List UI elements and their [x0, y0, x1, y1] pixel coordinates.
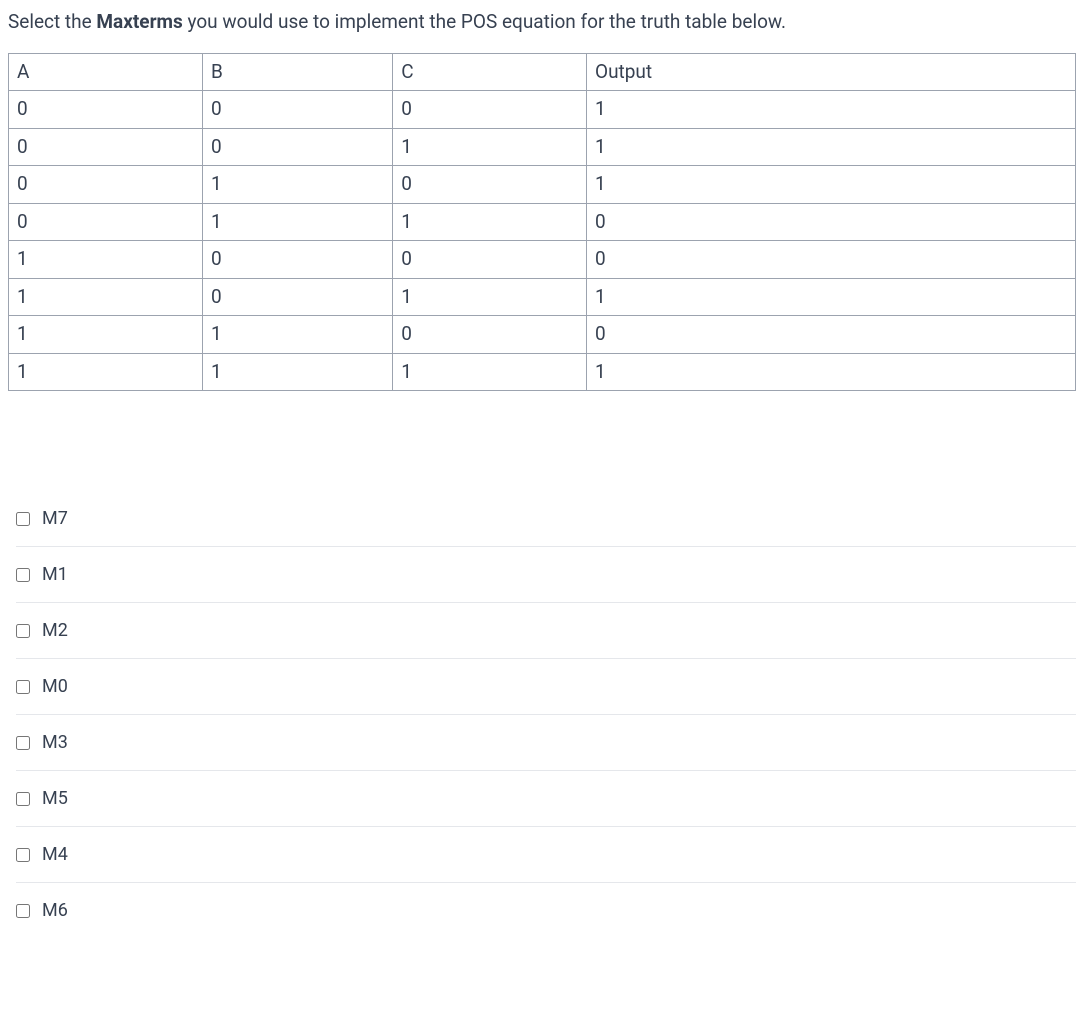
table-row: 1 0 1 1 [9, 278, 1076, 316]
question-prefix: Select the [8, 10, 96, 33]
cell: 1 [9, 278, 203, 316]
cell: 0 [587, 241, 1076, 279]
question-text: Select the Maxterms you would use to imp… [8, 8, 1076, 37]
cell: 1 [587, 166, 1076, 204]
checkbox-m6[interactable] [16, 904, 30, 918]
table-row: 1 0 0 0 [9, 241, 1076, 279]
option-m6[interactable]: M6 [16, 883, 1076, 938]
truth-table: A B C Output 0 0 0 1 0 0 1 1 0 1 0 1 0 1… [8, 53, 1076, 392]
options-list: M7 M1 M2 M0 M3 M5 M4 M6 [8, 491, 1076, 938]
cell: 0 [9, 128, 203, 166]
table-row: 0 1 0 1 [9, 166, 1076, 204]
option-label: M6 [42, 897, 68, 924]
cell: 0 [587, 316, 1076, 354]
cell: 1 [587, 91, 1076, 129]
cell: 0 [202, 241, 392, 279]
table-header-row: A B C Output [9, 53, 1076, 91]
cell: 1 [202, 316, 392, 354]
option-label: M0 [42, 673, 68, 700]
question-suffix: you would use to implement the POS equat… [183, 10, 786, 33]
option-label: M4 [42, 841, 68, 868]
option-m5[interactable]: M5 [16, 771, 1076, 827]
cell: 0 [202, 91, 392, 129]
option-label: M7 [42, 505, 68, 532]
checkbox-m5[interactable] [16, 792, 30, 806]
cell: 0 [202, 128, 392, 166]
table-row: 0 0 1 1 [9, 128, 1076, 166]
cell: 0 [393, 166, 587, 204]
cell: 0 [202, 278, 392, 316]
cell: 0 [587, 203, 1076, 241]
cell: 1 [393, 353, 587, 391]
checkbox-m4[interactable] [16, 848, 30, 862]
cell: 1 [9, 353, 203, 391]
checkbox-m1[interactable] [16, 568, 30, 582]
cell: 1 [393, 278, 587, 316]
checkbox-m3[interactable] [16, 736, 30, 750]
header-a: A [9, 53, 203, 91]
cell: 1 [9, 241, 203, 279]
table-row: 1 1 1 1 [9, 353, 1076, 391]
option-m3[interactable]: M3 [16, 715, 1076, 771]
cell: 0 [393, 91, 587, 129]
cell: 1 [393, 128, 587, 166]
option-m7[interactable]: M7 [16, 491, 1076, 547]
option-m0[interactable]: M0 [16, 659, 1076, 715]
checkbox-m2[interactable] [16, 624, 30, 638]
cell: 1 [202, 166, 392, 204]
checkbox-m0[interactable] [16, 680, 30, 694]
checkbox-m7[interactable] [16, 512, 30, 526]
header-b: B [202, 53, 392, 91]
cell: 1 [587, 278, 1076, 316]
cell: 0 [393, 241, 587, 279]
option-m1[interactable]: M1 [16, 547, 1076, 603]
cell: 1 [9, 316, 203, 354]
cell: 0 [9, 203, 203, 241]
option-label: M3 [42, 729, 68, 756]
option-m2[interactable]: M2 [16, 603, 1076, 659]
option-label: M1 [42, 561, 68, 588]
cell: 1 [587, 353, 1076, 391]
table-row: 1 1 0 0 [9, 316, 1076, 354]
cell: 0 [9, 166, 203, 204]
question-bold: Maxterms [96, 10, 182, 33]
cell: 1 [202, 353, 392, 391]
cell: 1 [202, 203, 392, 241]
option-m4[interactable]: M4 [16, 827, 1076, 883]
header-output: Output [587, 53, 1076, 91]
cell: 0 [393, 316, 587, 354]
header-c: C [393, 53, 587, 91]
cell: 1 [393, 203, 587, 241]
option-label: M2 [42, 617, 68, 644]
option-label: M5 [42, 785, 68, 812]
cell: 1 [587, 128, 1076, 166]
table-row: 0 1 1 0 [9, 203, 1076, 241]
cell: 0 [9, 91, 203, 129]
table-row: 0 0 0 1 [9, 91, 1076, 129]
